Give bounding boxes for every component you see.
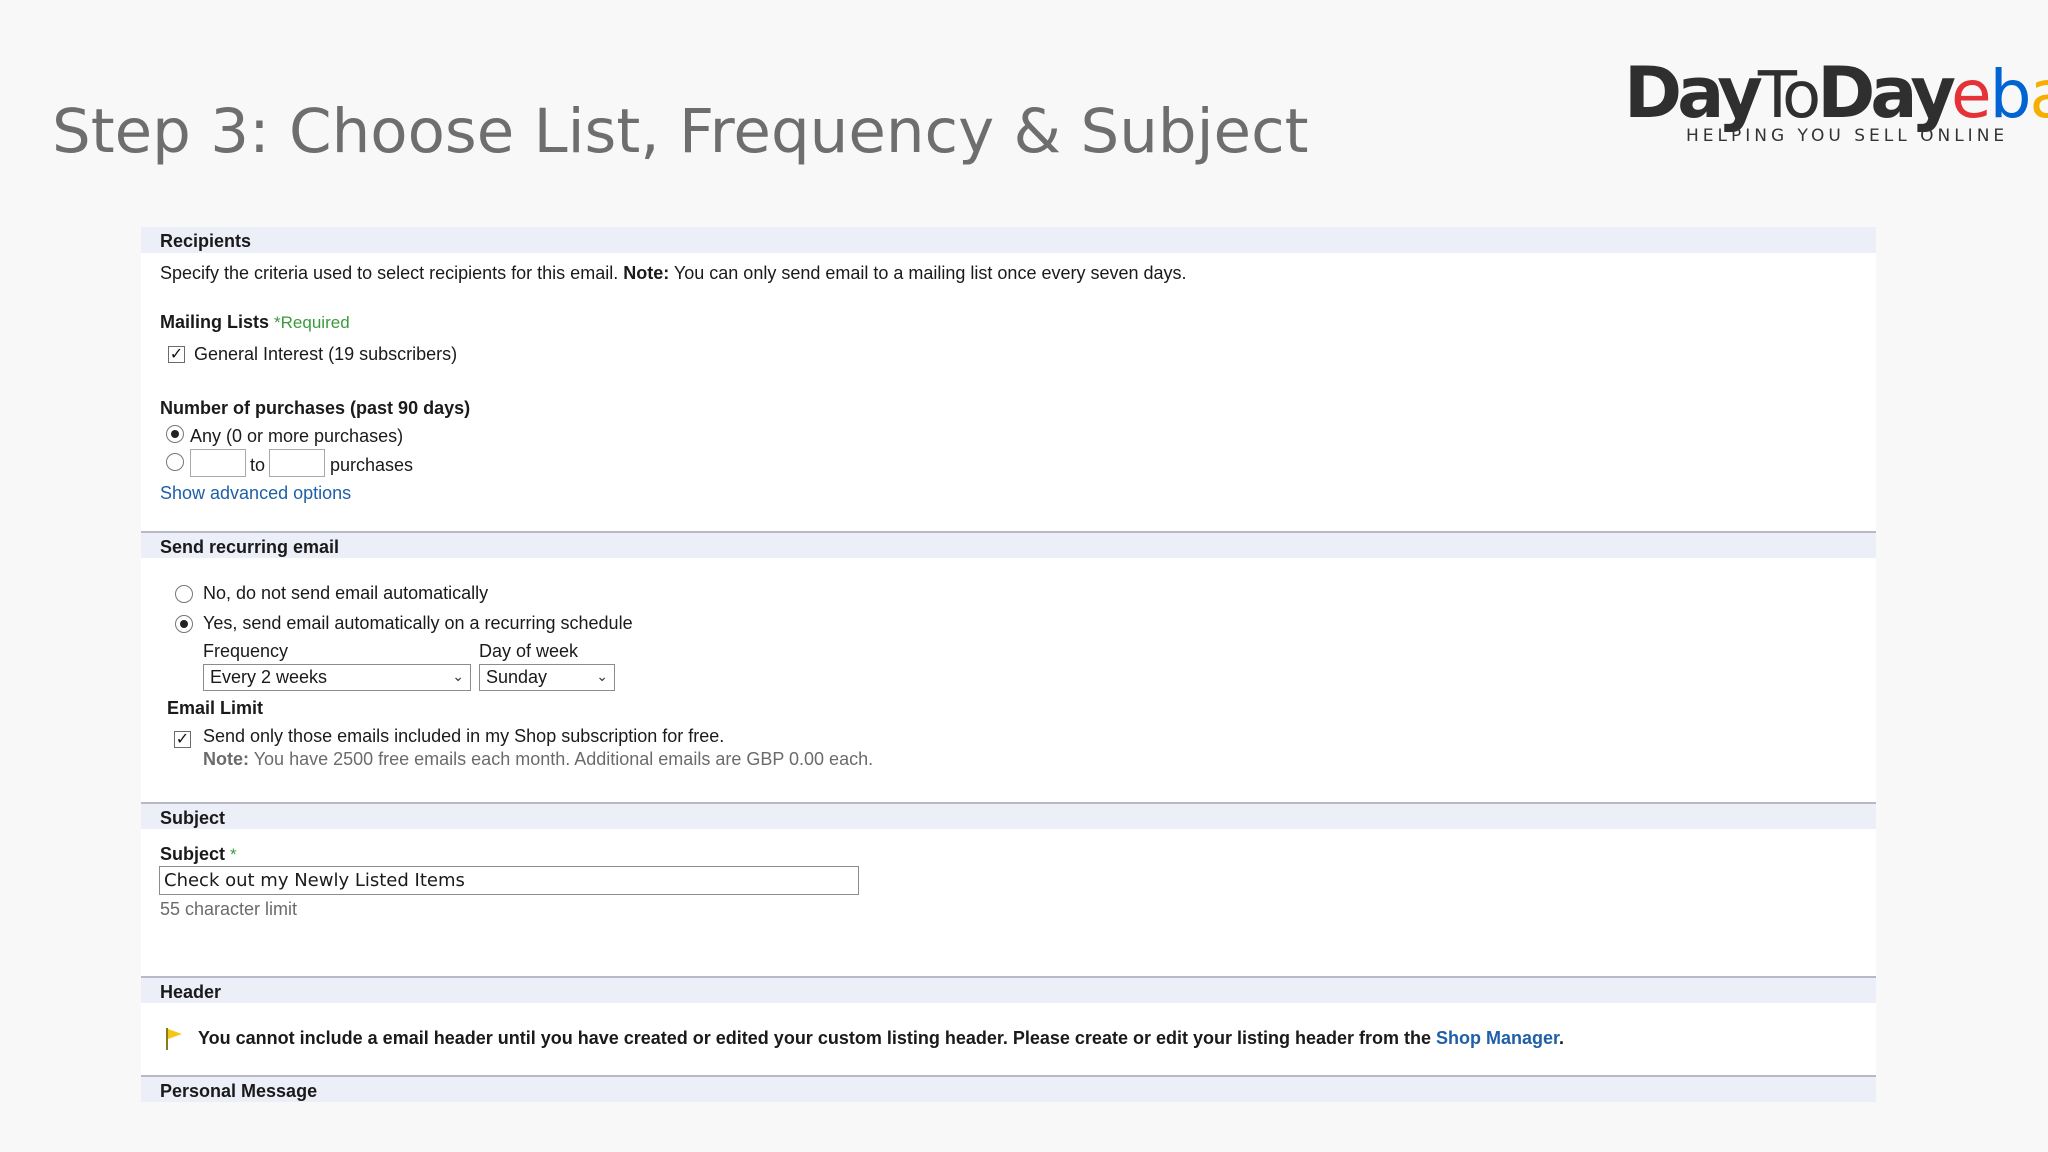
recipients-intro: Specify the criteria used to select reci…: [160, 263, 1187, 284]
day-of-week-value: Sunday: [486, 667, 548, 687]
email-limit-checkbox[interactable]: ✓: [174, 731, 191, 748]
mailing-list-checkbox[interactable]: ✓: [168, 346, 185, 363]
day-of-week-label: Day of week: [479, 641, 579, 661]
required-text: Required: [280, 313, 350, 332]
frequency-value: Every 2 weeks: [210, 667, 328, 687]
purchases-range-suffix: purchases: [330, 455, 414, 475]
logo-wordmark: DayToDayebay: [1624, 52, 2048, 134]
chevron-down-icon: ⌄: [596, 668, 608, 684]
header-warning: You cannot include a email header until …: [198, 1028, 1564, 1049]
section-header-header: Header: [141, 976, 1876, 1003]
logo-day-1: Day: [1624, 52, 1763, 134]
email-campaign-form: Recipients Specify the criteria used to …: [141, 227, 1876, 1102]
purchases-range-radio[interactable]: [166, 453, 184, 471]
recurring-no-radio[interactable]: [175, 585, 193, 603]
required-star-icon: *: [274, 313, 281, 332]
section-header-recipients: Recipients: [141, 227, 1876, 253]
recipients-note-label: Note:: [623, 263, 670, 283]
recipients-intro-text: Specify the criteria used to select reci…: [160, 263, 619, 283]
mailing-lists-label: Mailing Lists: [160, 312, 270, 332]
purchases-min-input[interactable]: [190, 449, 246, 477]
logo-ebay-e: e: [1951, 56, 1992, 133]
recurring-yes-label: Yes, send email automatically on a recur…: [203, 613, 633, 633]
purchases-max-input[interactable]: [269, 449, 325, 477]
recipients-note-text: You can only send email to a mailing lis…: [673, 263, 1187, 283]
logo-ebay: ebay: [1951, 56, 2048, 133]
flag-icon: [166, 1028, 182, 1050]
recurring-yes-radio[interactable]: [175, 615, 193, 633]
chevron-down-icon: ⌄: [452, 668, 464, 684]
logo-day-2: Day: [1817, 52, 1956, 134]
recurring-no-label: No, do not send email automatically: [203, 583, 489, 603]
header-warning-end: .: [1559, 1028, 1565, 1048]
email-limit-note-label: Note:: [203, 749, 249, 769]
logo-ebay-a: a: [2030, 56, 2048, 133]
subject-field-label: Subject: [160, 844, 226, 864]
email-limit-label: Email Limit: [167, 698, 264, 718]
purchases-any-radio[interactable]: [166, 425, 184, 443]
frequency-label: Frequency: [203, 641, 289, 661]
slide-title: Step 3: Choose List, Frequency & Subject: [52, 96, 1309, 167]
section-header-recurring: Send recurring email: [141, 531, 1876, 558]
email-limit-option-label: Send only those emails included in my Sh…: [203, 726, 725, 746]
subject-input[interactable]: Check out my Newly Listed Items: [159, 866, 859, 895]
logo-tagline: HELPING YOU SELL ONLINE: [1686, 126, 2009, 146]
email-limit-note: Note: You have 2500 free emails each mon…: [203, 749, 873, 770]
section-header-subject: Subject: [141, 802, 1876, 829]
mailing-lists-heading: Mailing Lists *Required: [160, 312, 350, 333]
section-header-personal-message: Personal Message: [141, 1075, 1876, 1102]
mailing-list-option-label: General Interest (19 subscribers): [194, 344, 458, 364]
show-advanced-options-link[interactable]: Show advanced options: [160, 483, 351, 504]
email-limit-note-text: You have 2500 free emails each month. Ad…: [253, 749, 874, 769]
subject-character-limit: 55 character limit: [160, 899, 298, 919]
header-warning-text: You cannot include a email header until …: [198, 1028, 1431, 1048]
logo-to: To: [1757, 59, 1821, 133]
purchases-label: Number of purchases (past 90 days): [160, 398, 471, 418]
day-of-week-select[interactable]: Sunday ⌄: [479, 664, 615, 691]
frequency-select[interactable]: Every 2 weeks ⌄: [203, 664, 471, 691]
purchases-any-label: Any (0 or more purchases): [190, 426, 404, 446]
logo-ebay-b: b: [1989, 56, 2032, 133]
daytoday-ebay-logo: DayToDayebay HELPING YOU SELL ONLINE: [1618, 52, 2048, 152]
purchases-range-to: to: [250, 455, 266, 475]
required-star-icon: *: [230, 845, 237, 864]
shop-manager-link[interactable]: Shop Manager: [1436, 1028, 1559, 1048]
subject-field-heading: Subject *: [160, 844, 237, 865]
